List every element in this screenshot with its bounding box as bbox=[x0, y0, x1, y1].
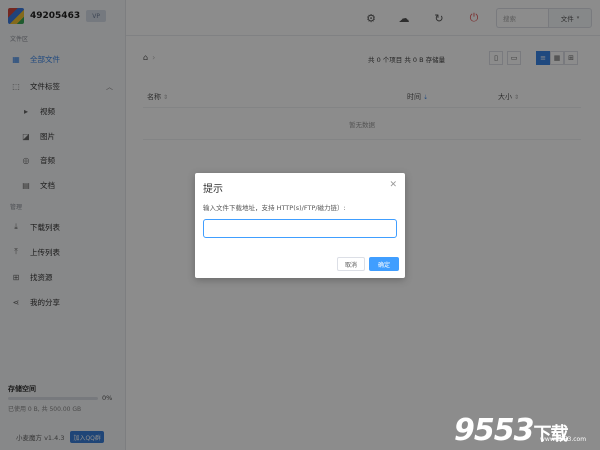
watermark-main: 9553 bbox=[454, 413, 534, 448]
dialog-title: 提示 bbox=[203, 184, 223, 195]
download-url-input[interactable] bbox=[203, 219, 397, 238]
confirm-button[interactable]: 确定 bbox=[369, 257, 399, 271]
watermark-url: www.9553.com bbox=[540, 436, 587, 443]
close-icon[interactable]: ✕ bbox=[389, 180, 397, 190]
dialog-message: 输入文件下载地址，支持 HTTP(s)/FTP/磁力链）: bbox=[203, 204, 346, 212]
cancel-button[interactable]: 取消 bbox=[337, 257, 365, 271]
